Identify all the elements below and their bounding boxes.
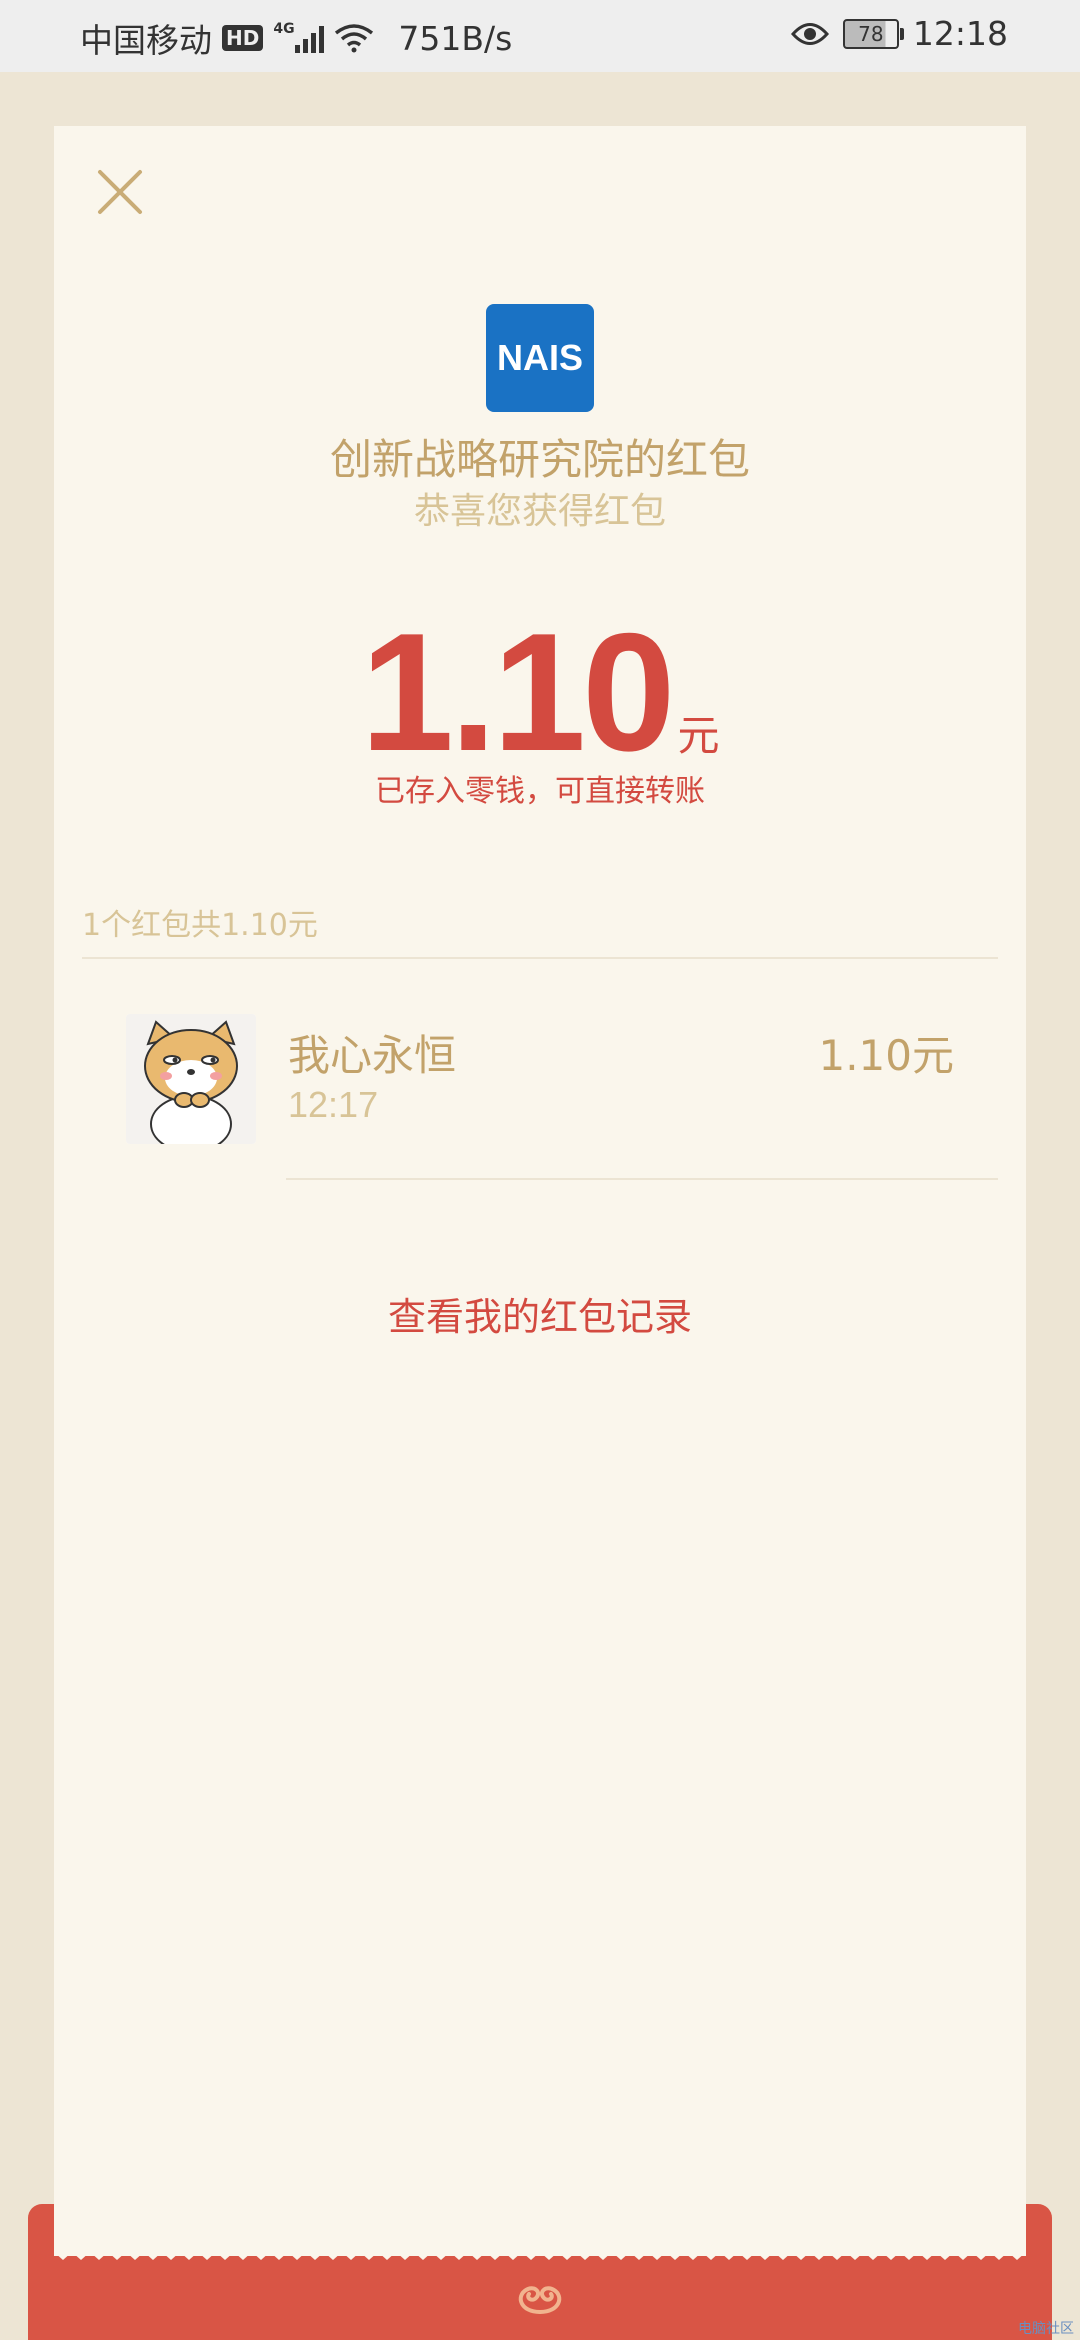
lucky-cloud-icon	[518, 2286, 562, 2314]
card-zigzag-edge	[54, 2246, 1026, 2260]
received-amount: 1.10元	[818, 1031, 954, 1080]
divider	[82, 957, 998, 959]
status-right: 78 12:18	[790, 14, 1008, 53]
battery-level: 78	[858, 21, 884, 46]
recipient-name: 我心永恒	[288, 1031, 457, 1080]
view-red-packet-records-link[interactable]: 查看我的红包记录	[54, 1286, 1026, 1341]
greeting-text: 恭喜您获得红包	[413, 491, 666, 532]
clock: 12:18	[912, 14, 1008, 53]
watermark: 电脑社区	[1018, 2321, 1074, 2337]
hd-badge: HD	[222, 25, 264, 51]
close-icon[interactable]	[90, 162, 150, 222]
carrier-label: 中国移动	[80, 21, 212, 60]
wifi-icon	[335, 24, 374, 53]
divider	[286, 1178, 998, 1180]
stored-to-wallet-note[interactable]: 已存入零钱，可直接转账	[54, 766, 1026, 810]
avatar[interactable]	[126, 1014, 256, 1144]
amount-unit: 元	[677, 711, 720, 760]
sender-logo: NAIS	[486, 304, 594, 412]
amount-display: 1.10 元	[54, 596, 1026, 789]
packet-summary: 1个红包共1.10元	[82, 908, 318, 943]
shiba-dog-avatar-icon	[126, 1014, 256, 1144]
red-packet-detail-card: NAIS 创新战略研究院的红包 恭喜您获得红包 1.10 元 已存入零钱，可直接转…	[54, 126, 1026, 2256]
status-left: 中国移动 HD 4G 751B/s	[80, 14, 512, 62]
eye-comfort-icon	[790, 22, 829, 45]
network-type-label: 4G	[273, 21, 295, 37]
amount-value: 1.10	[360, 598, 676, 786]
battery-icon: 78	[842, 18, 904, 49]
received-time: 12:17	[288, 1084, 379, 1125]
sender-title: 创新战略研究院的红包	[329, 435, 750, 484]
signal-icon: 4G	[273, 21, 325, 53]
logo-text: NAIS	[496, 337, 583, 378]
network-speed: 751B/s	[398, 18, 513, 58]
status-bar: 中国移动 HD 4G 751B/s 78 12:18	[0, 0, 1080, 72]
